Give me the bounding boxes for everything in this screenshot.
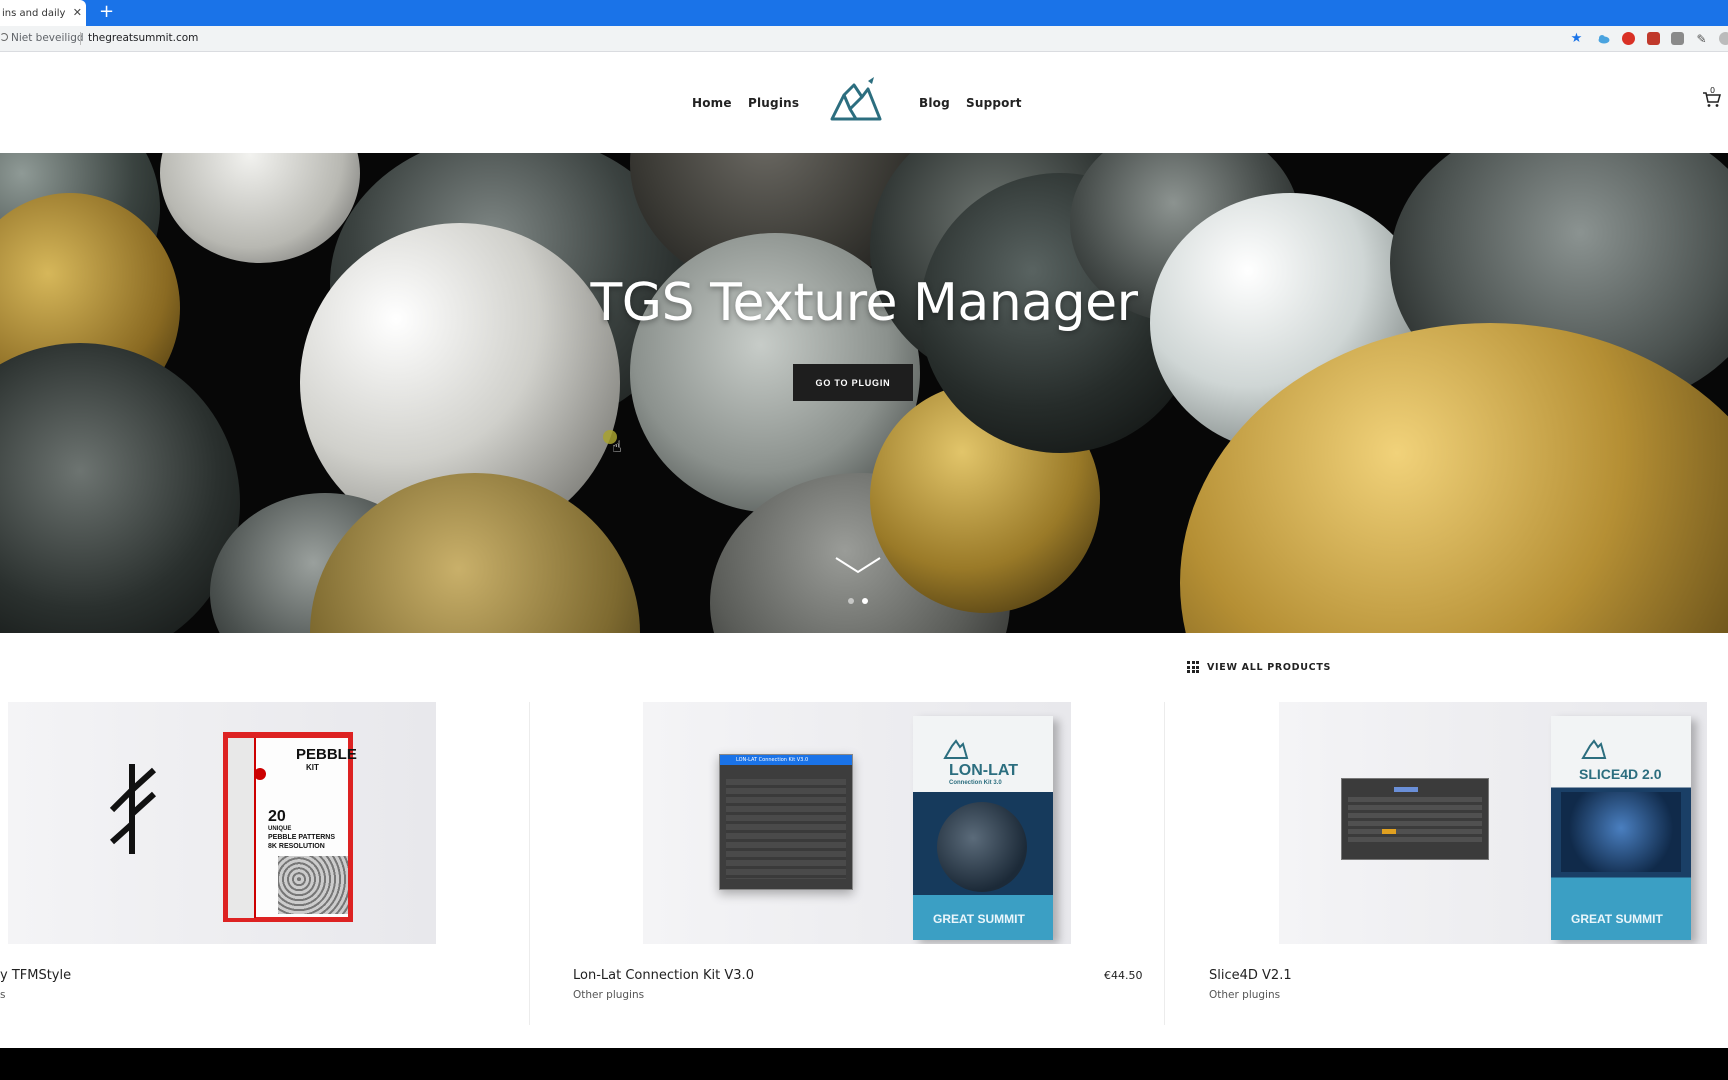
product-category[interactable]: Other plugins	[573, 989, 644, 1001]
window-title: LON-LAT Connection Kit V3.0	[720, 755, 852, 765]
tab-strip: ins and daily ma ✕ +	[0, 0, 1728, 26]
pebble-kit-box: PEBBLE KIT 20 UNIQUE PEBBLE PATTERNS 8K …	[223, 732, 357, 922]
box-logo-icon	[1581, 739, 1607, 759]
profile-icon[interactable]	[1719, 32, 1728, 45]
product-price: €44.50	[1104, 969, 1143, 982]
window-tab	[1394, 787, 1418, 792]
product-category[interactable]: s	[0, 989, 5, 1001]
pebble-texture	[278, 856, 348, 914]
url-text[interactable]: thegreatsummit.com	[88, 32, 198, 44]
box-spine	[228, 738, 256, 918]
slider-dot-active[interactable]	[862, 598, 868, 604]
product-card[interactable]: LON-LAT Connection Kit V3.0 LON-LAT Conn…	[551, 702, 1165, 1025]
product-title[interactable]: Slice4D V2.1	[1209, 968, 1292, 983]
box-line: 8K RESOLUTION	[268, 843, 325, 850]
nav-blog[interactable]: Blog	[919, 96, 950, 110]
box-name: PEBBLE	[296, 746, 357, 763]
lon-lat-box: LON-LAT Connection Kit 3.0 GREAT SUMMIT	[913, 716, 1053, 940]
product-title[interactable]: Lon-Lat Connection Kit V3.0	[573, 968, 754, 983]
nav-home[interactable]: Home	[692, 96, 732, 110]
video-extension-icon[interactable]	[1647, 32, 1660, 45]
grid-icon	[1187, 661, 1199, 673]
info-icon[interactable]	[0, 33, 8, 41]
window-highlight	[1382, 829, 1396, 834]
sphere	[0, 343, 240, 633]
product-title[interactable]: y TFMStyle	[0, 968, 71, 983]
go-to-plugin-button[interactable]: GO TO PLUGIN	[793, 364, 913, 401]
view-all-label: VIEW ALL PRODUCTS	[1207, 661, 1332, 673]
nav-plugins[interactable]: Plugins	[748, 96, 799, 110]
plugin-window-screenshot: LON-LAT Connection Kit V3.0	[719, 754, 853, 890]
globe-graphic	[937, 802, 1027, 892]
hand-cursor-icon: ☝	[612, 437, 622, 456]
box-logo-icon	[943, 739, 969, 759]
stop-extension-icon[interactable]	[1622, 32, 1635, 45]
chevron-down-icon[interactable]	[834, 555, 882, 575]
browser-window: ins and daily ma ✕ + Niet beveiligd theg…	[0, 0, 1728, 1048]
box-line: PEBBLE PATTERNS	[268, 834, 336, 841]
box-artwork	[1561, 792, 1681, 872]
new-tab-button[interactable]: +	[99, 2, 114, 22]
nav-support[interactable]: Support	[966, 96, 1022, 110]
box-brand: GREAT SUMMIT	[1571, 912, 1663, 926]
box-sub: Connection Kit 3.0	[949, 780, 1002, 786]
address-bar[interactable]: Niet beveiligd thegreatsummit.com ★ ✎	[0, 26, 1728, 52]
product-image[interactable]: SLICE4D 2.0 GREAT SUMMIT	[1279, 702, 1707, 944]
box-line: UNIQUE	[268, 826, 292, 832]
browser-tab[interactable]: ins and daily ma ✕	[0, 0, 86, 26]
sphere	[160, 153, 360, 263]
box-dot	[254, 768, 266, 780]
product-category[interactable]: Other plugins	[1209, 989, 1280, 1001]
window-controls	[1348, 797, 1482, 845]
mountain-logo-icon[interactable]	[828, 75, 884, 127]
slider-dot[interactable]	[848, 598, 854, 604]
tab-title: ins and daily ma	[2, 7, 68, 19]
security-label[interactable]: Niet beveiligd	[11, 32, 84, 44]
box-name: SLICE4D 2.0	[1579, 766, 1662, 782]
slice4d-box: SLICE4D 2.0 GREAT SUMMIT	[1551, 716, 1691, 940]
address-separator	[80, 32, 81, 45]
product-image[interactable]: PEBBLE KIT 20 UNIQUE PEBBLE PATTERNS 8K …	[8, 702, 436, 944]
b-extension-icon[interactable]	[1671, 32, 1684, 45]
rune-logo-icon	[110, 764, 157, 854]
cloud-extension-icon[interactable]	[1597, 32, 1610, 45]
window-controls	[726, 779, 846, 879]
site-header: Home Plugins Blog Support 0	[0, 52, 1728, 153]
hero-title: TGS Texture Manager	[590, 273, 1138, 333]
product-image[interactable]: LON-LAT Connection Kit V3.0 LON-LAT Conn…	[643, 702, 1071, 944]
plugin-window-screenshot	[1341, 778, 1489, 860]
hero-banner: TGS Texture Manager GO TO PLUGIN ☝	[0, 153, 1728, 633]
product-card[interactable]: SLICE4D 2.0 GREAT SUMMIT Slice4D V2.1 Ot…	[1187, 702, 1728, 1025]
view-all-products-link[interactable]: VIEW ALL PRODUCTS	[1187, 661, 1331, 673]
cart-count-badge: 0	[1710, 86, 1716, 95]
box-brand: GREAT SUMMIT	[933, 912, 1025, 926]
box-name: LON-LAT	[949, 762, 1019, 779]
close-icon[interactable]: ✕	[73, 6, 82, 19]
box-count: 20	[268, 808, 286, 825]
product-card[interactable]: PEBBLE KIT 20 UNIQUE PEBBLE PATTERNS 8K …	[0, 702, 530, 1025]
bookmark-star-icon[interactable]: ★	[1570, 31, 1583, 46]
box-sub: KIT	[306, 763, 319, 772]
eyedropper-icon[interactable]: ✎	[1695, 32, 1708, 46]
